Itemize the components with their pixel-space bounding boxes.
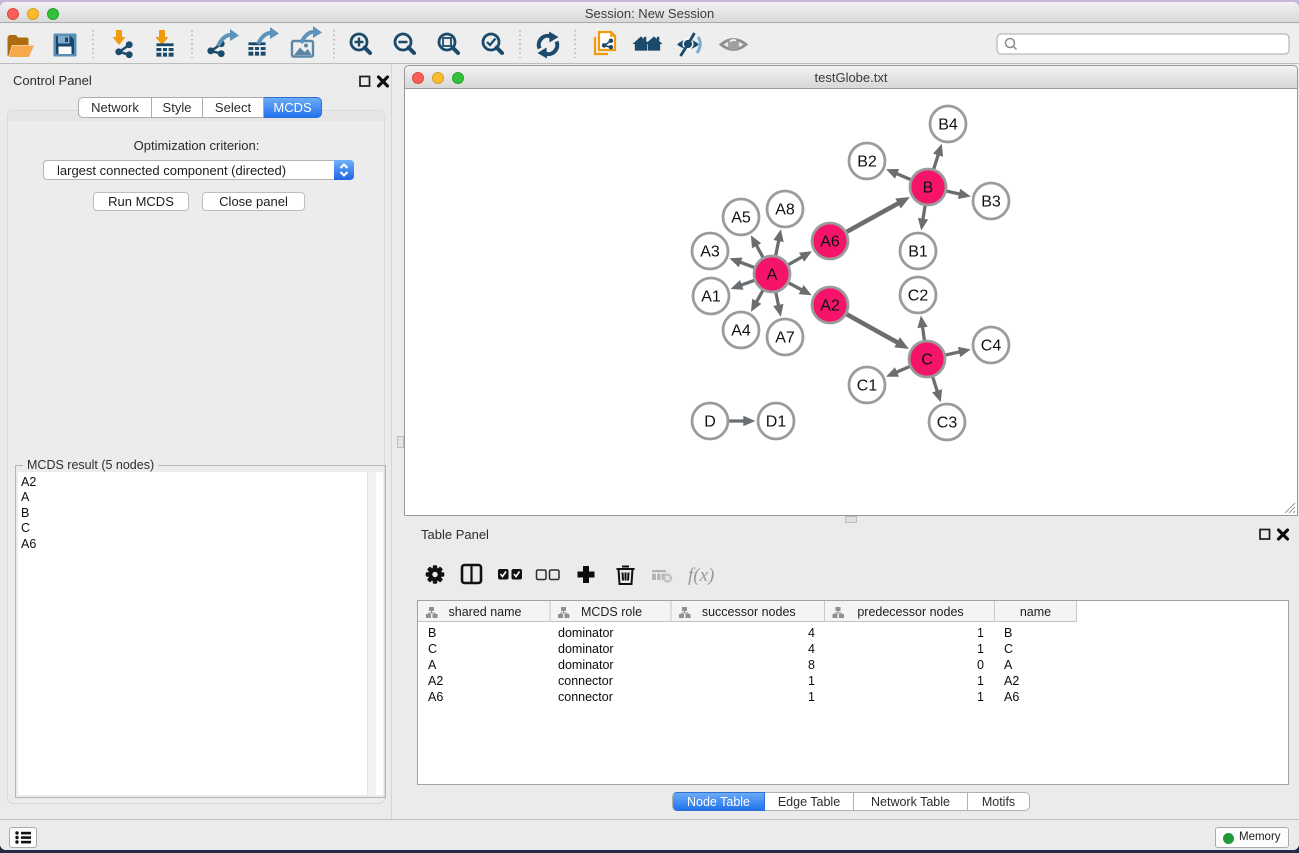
svg-text:A8: A8 <box>775 202 795 219</box>
svg-text:B: B <box>923 180 934 197</box>
svg-text:name: name <box>1020 605 1051 619</box>
svg-text:A1: A1 <box>701 289 721 306</box>
svg-text:A3: A3 <box>700 244 720 261</box>
svg-text:f(x): f(x) <box>688 565 714 586</box>
svg-text:D: D <box>704 414 716 431</box>
svg-text:successor nodes: successor nodes <box>702 605 796 619</box>
svg-text:A5: A5 <box>731 210 751 227</box>
svg-text:A4: A4 <box>731 323 751 340</box>
svg-text:A: A <box>767 267 778 284</box>
svg-text:C2: C2 <box>908 288 929 305</box>
svg-text:predecessor nodes: predecessor nodes <box>857 605 963 619</box>
svg-text:B1: B1 <box>908 244 928 261</box>
svg-text:B2: B2 <box>857 154 877 171</box>
svg-text:A7: A7 <box>775 330 795 347</box>
svg-text:A6: A6 <box>820 234 840 251</box>
svg-text:C1: C1 <box>857 378 878 395</box>
svg-text:C3: C3 <box>937 415 958 432</box>
svg-text:C4: C4 <box>981 338 1002 355</box>
svg-text:B4: B4 <box>938 117 958 134</box>
svg-text:B3: B3 <box>981 194 1001 211</box>
svg-text:shared name: shared name <box>449 605 522 619</box>
svg-text:MCDS role: MCDS role <box>581 605 642 619</box>
svg-text:C: C <box>921 352 933 369</box>
svg-text:D1: D1 <box>766 414 787 431</box>
svg-text:A2: A2 <box>820 298 840 315</box>
